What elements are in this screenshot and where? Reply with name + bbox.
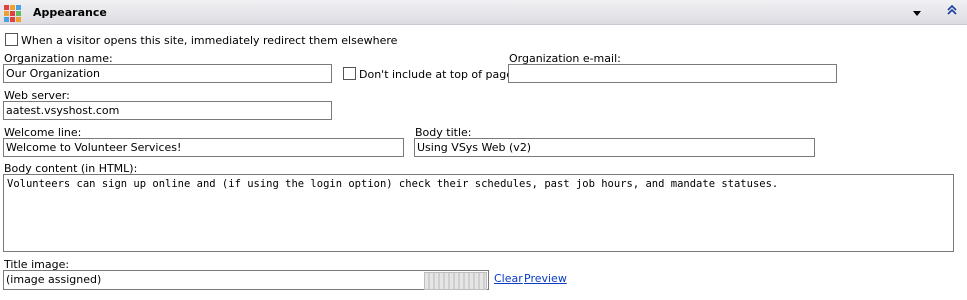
body-content-textarea[interactable]: Volunteers can sign up online and (if us… bbox=[3, 174, 954, 252]
web-server-field[interactable]: aatest.vsyshost.com bbox=[3, 101, 332, 120]
clear-link[interactable]: Clear bbox=[494, 272, 523, 285]
title-image-field[interactable]: (image assigned) bbox=[3, 270, 489, 290]
section-title: Appearance bbox=[33, 6, 107, 19]
body-title-field[interactable]: Using VSys Web (v2) bbox=[414, 138, 815, 157]
org-name-field[interactable]: Our Organization bbox=[3, 64, 332, 83]
dropdown-arrow-icon[interactable] bbox=[913, 11, 921, 16]
app-logo-icon bbox=[4, 5, 22, 22]
preview-link[interactable]: Preview bbox=[524, 272, 567, 285]
section-header: Appearance bbox=[0, 0, 967, 25]
title-image-thumbnail bbox=[424, 272, 487, 290]
redirect-checkbox[interactable] bbox=[5, 33, 18, 46]
dont-include-checkbox[interactable] bbox=[343, 67, 356, 80]
redirect-label: When a visitor opens this site, immediat… bbox=[21, 34, 398, 47]
welcome-line-field[interactable]: Welcome to Volunteer Services! bbox=[3, 138, 404, 157]
collapse-icon[interactable] bbox=[945, 3, 959, 17]
dont-include-label: Don't include at top of page bbox=[359, 68, 513, 81]
org-email-field[interactable] bbox=[508, 64, 837, 83]
